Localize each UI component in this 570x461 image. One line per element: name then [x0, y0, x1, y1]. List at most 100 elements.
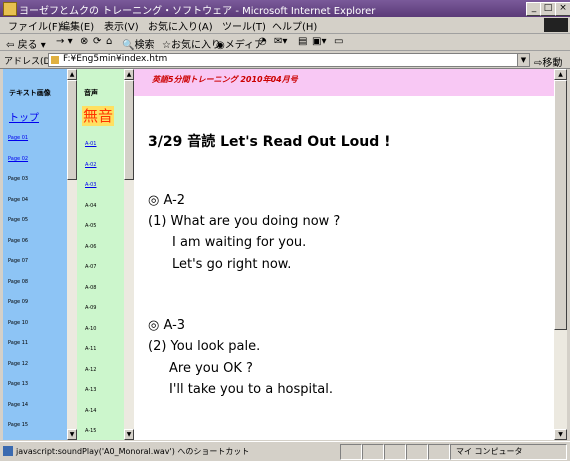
audio-link[interactable]: A-08: [85, 285, 96, 291]
audio-link[interactable]: A-06: [85, 244, 96, 250]
favorites-button[interactable]: ☆お気に入り: [162, 36, 221, 51]
page-link[interactable]: Page 13: [8, 381, 28, 387]
banner-frame: 英語5分間トレーニング 2010年04月号: [134, 69, 554, 96]
page-link[interactable]: Page 06: [8, 238, 28, 244]
audio-link[interactable]: A-04: [85, 203, 96, 209]
discuss-icon[interactable]: ▭: [334, 36, 343, 47]
stop-icon[interactable]: ⊗: [80, 36, 88, 47]
left-frame-scrollbar[interactable]: ▲ ▼: [67, 69, 77, 440]
back-button[interactable]: ⇦ 戻る ▾: [6, 36, 46, 51]
audio-link[interactable]: A-10: [85, 326, 96, 332]
search-button[interactable]: 🔍検索: [122, 36, 154, 51]
top-link[interactable]: トップ: [9, 109, 39, 124]
audio-link[interactable]: A-13: [85, 387, 96, 393]
mute-button[interactable]: 無音: [82, 106, 115, 126]
window-title: ヨーゼフとムクの トレーニング・ソフトウェア - Microsoft Inter…: [19, 6, 376, 17]
status-message: javascript:soundPlay('A0_Monoral.wav') へ…: [16, 447, 250, 456]
text-image-heading: テキスト画像: [9, 89, 51, 97]
edit-icon[interactable]: ▣▾: [312, 36, 326, 47]
print-icon[interactable]: ▤: [298, 36, 307, 47]
menu-help[interactable]: ヘルプ(H): [272, 18, 317, 33]
audio-frame: 音声 無音 A-01 A-02 A-03 A-04 A-05 A-06 A-07…: [77, 69, 124, 440]
audio-link[interactable]: A-09: [85, 305, 96, 311]
history-icon[interactable]: ◔: [258, 36, 267, 47]
page-link[interactable]: Page 08: [8, 279, 28, 285]
status-cell: [428, 444, 450, 460]
windows-logo-icon: [544, 18, 568, 32]
audio-link[interactable]: A-14: [85, 408, 96, 414]
menu-bar: ファイル(F) 編集(E) 表示(V) お気に入り(A) ツール(T) ヘルプ(…: [0, 17, 570, 34]
forward-button[interactable]: → ▾: [56, 36, 73, 47]
page-link[interactable]: Page 07: [8, 258, 28, 264]
address-input[interactable]: F:¥Eng5min¥index.htm ▼: [48, 53, 530, 67]
scroll-down-icon[interactable]: ▼: [554, 429, 567, 440]
menu-favorites[interactable]: お気に入り(A): [148, 18, 213, 33]
page-link[interactable]: Page 03: [8, 176, 28, 182]
status-cell: [406, 444, 428, 460]
page-link[interactable]: Page 04: [8, 197, 28, 203]
audio-link[interactable]: A-15: [85, 428, 96, 434]
sentence-line: I'll take you to a hospital.: [169, 382, 333, 397]
page-link[interactable]: Page 09: [8, 299, 28, 305]
menu-file[interactable]: ファイル(F): [8, 18, 62, 33]
scroll-down-icon[interactable]: ▼: [67, 429, 77, 440]
scroll-down-icon[interactable]: ▼: [124, 429, 134, 440]
close-button[interactable]: ×: [555, 2, 570, 16]
search-label: 検索: [134, 40, 155, 51]
status-cell: [362, 444, 384, 460]
menu-tools[interactable]: ツール(T): [222, 18, 266, 33]
sentence-line: (2) You look pale.: [148, 339, 261, 354]
page-link[interactable]: Page 12: [8, 361, 28, 367]
status-cell: [340, 444, 362, 460]
page-link[interactable]: Page 14: [8, 402, 28, 408]
audio-link[interactable]: A-02: [85, 162, 96, 168]
home-icon[interactable]: ⌂: [106, 36, 112, 47]
menu-edit[interactable]: 編集(E): [60, 18, 94, 33]
scroll-thumb[interactable]: [124, 80, 134, 180]
scroll-up-icon[interactable]: ▲: [124, 69, 134, 80]
page-link[interactable]: Page 15: [8, 422, 28, 428]
audio-link[interactable]: A-05: [85, 223, 96, 229]
go-label: 移動: [542, 58, 563, 69]
main-frame-scrollbar[interactable]: ▲ ▼: [554, 69, 567, 440]
scroll-up-icon[interactable]: ▲: [554, 69, 567, 80]
favorites-label: お気に入り: [170, 40, 221, 51]
back-label: 戻る: [17, 40, 38, 51]
audio-link[interactable]: A-01: [85, 141, 96, 147]
go-button[interactable]: ⇨移動: [534, 54, 562, 69]
page-link[interactable]: Page 11: [8, 340, 28, 346]
address-label: アドレス(D): [4, 57, 54, 67]
status-bar: javascript:soundPlay('A0_Monoral.wav') へ…: [0, 441, 570, 461]
sentence-line: Let's go right now.: [172, 257, 292, 272]
refresh-icon[interactable]: ⟳: [93, 36, 101, 47]
audio-link[interactable]: A-11: [85, 346, 96, 352]
page-link[interactable]: Page 02: [8, 156, 28, 162]
link-status-icon: [3, 446, 13, 456]
section-mark-a2: ◎ A-2: [148, 193, 186, 208]
page-link[interactable]: Page 01: [8, 135, 28, 141]
audio-link[interactable]: A-07: [85, 264, 96, 270]
page-link[interactable]: Page 05: [8, 217, 28, 223]
scroll-up-icon[interactable]: ▲: [67, 69, 77, 80]
menu-view[interactable]: 表示(V): [104, 18, 139, 33]
audio-link[interactable]: A-12: [85, 367, 96, 373]
address-dropdown-icon[interactable]: ▼: [517, 54, 529, 66]
scroll-thumb[interactable]: [554, 80, 567, 330]
page-file-icon: [51, 56, 59, 64]
issue-banner: 英語5分間トレーニング 2010年04月号: [152, 75, 298, 84]
ie-app-icon: [3, 2, 17, 16]
title-bar: ヨーゼフとムクの トレーニング・ソフトウェア - Microsoft Inter…: [0, 0, 570, 17]
mail-icon[interactable]: ✉▾: [274, 36, 287, 47]
address-value: F:¥Eng5min¥index.htm: [63, 54, 168, 64]
lesson-frame: 3/29 音読 Let's Read Out Loud ! ◎ A-2 (1) …: [134, 96, 554, 440]
page-link[interactable]: Page 10: [8, 320, 28, 326]
sentence-line: (1) What are you doing now ?: [148, 214, 341, 229]
section-mark-a3: ◎ A-3: [148, 318, 186, 333]
maximize-button[interactable]: □: [540, 2, 556, 16]
audio-frame-scrollbar[interactable]: ▲ ▼: [124, 69, 134, 440]
media-button[interactable]: ◉メディア: [216, 36, 264, 51]
text-image-frame: テキスト画像 トップ Page 01 Page 02 Page 03 Page …: [3, 69, 67, 440]
lesson-title: 3/29 音読 Let's Read Out Loud !: [148, 134, 391, 150]
audio-link[interactable]: A-03: [85, 182, 96, 188]
scroll-thumb[interactable]: [67, 80, 77, 180]
